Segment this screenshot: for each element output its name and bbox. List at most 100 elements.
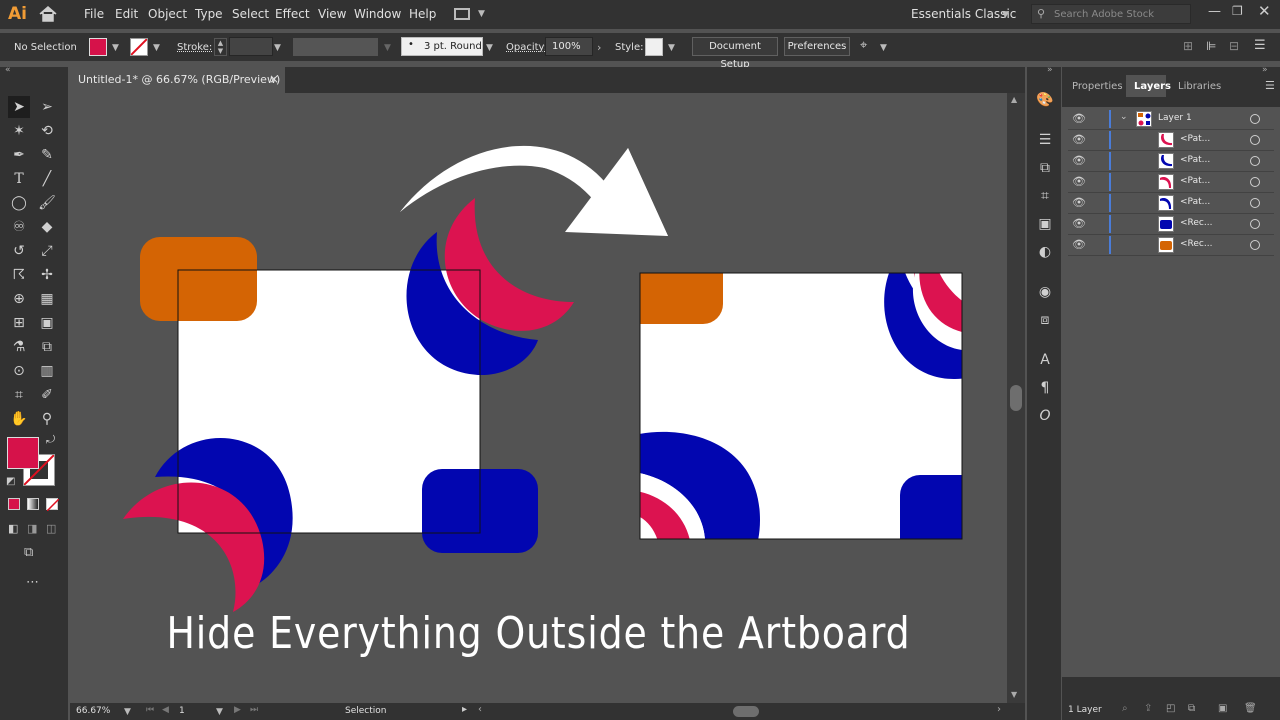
swap-fill-stroke-icon[interactable]: ⤾ — [46, 433, 55, 447]
menu-view[interactable]: View — [318, 7, 346, 21]
menu-file[interactable]: File — [84, 7, 104, 21]
next-artboard-icon[interactable]: ▶ — [234, 705, 241, 715]
layer-row[interactable]: 👁 <Pat... — [1068, 151, 1274, 172]
target-circle-icon[interactable] — [1250, 156, 1260, 166]
stock-search[interactable]: ⚲ Search Adobe Stock — [1031, 4, 1191, 24]
chevron-down-icon[interactable]: ▼ — [478, 9, 485, 19]
restore-icon[interactable]: ❐ — [1232, 4, 1243, 18]
target-circle-icon[interactable] — [1250, 198, 1260, 208]
scroll-down-icon[interactable]: ▼ — [1011, 690, 1017, 699]
target-circle-icon[interactable] — [1250, 135, 1260, 145]
mesh-tool-icon[interactable]: ⊞ — [8, 312, 30, 334]
layer-row[interactable]: 👁 ⌄ Layer 1 — [1068, 109, 1274, 130]
warp-tool-icon[interactable]: ☈ — [8, 264, 30, 286]
visibility-eye-icon[interactable]: 👁 — [1072, 238, 1086, 251]
horizontal-scroll-thumb[interactable] — [733, 706, 759, 717]
menu-help[interactable]: Help — [409, 7, 436, 21]
shape-builder-tool-icon[interactable]: ⊕ — [8, 288, 30, 310]
expand-chevron-icon[interactable]: ⌄ — [1120, 112, 1128, 122]
selection-tool-icon[interactable]: ➤ — [8, 96, 30, 118]
type-tool-icon[interactable]: T — [8, 168, 30, 190]
visibility-eye-icon[interactable]: 👁 — [1072, 217, 1086, 230]
layer-name[interactable]: <Pat... — [1180, 176, 1210, 186]
visibility-eye-icon[interactable]: 👁 — [1072, 175, 1086, 188]
visibility-eye-icon[interactable]: 👁 — [1072, 196, 1086, 209]
menu-edit[interactable]: Edit — [115, 7, 138, 21]
visibility-eye-icon[interactable]: 👁 — [1072, 154, 1086, 167]
zoom-tool-icon[interactable]: ⚲ — [36, 408, 58, 430]
last-artboard-icon[interactable]: ⏭ — [250, 705, 258, 715]
chevron-down-icon[interactable]: ▼ — [384, 43, 391, 53]
menu-type[interactable]: Type — [195, 7, 223, 21]
hand-tool-icon[interactable]: ✋ — [8, 408, 30, 430]
scroll-left-icon[interactable]: ‹ — [478, 704, 482, 715]
chevron-down-icon[interactable]: ▼ — [274, 43, 281, 53]
perspective-grid-tool-icon[interactable]: ▦ — [36, 288, 58, 310]
paintbrush-tool-icon[interactable]: 🖌 — [36, 192, 58, 214]
new-sublayer-icon[interactable]: ⧉ — [1188, 703, 1195, 714]
panel-menu-icon[interactable]: ☰ — [1254, 38, 1266, 53]
opentype-panel-icon[interactable]: O — [1036, 407, 1054, 425]
panel-menu-icon[interactable]: ☰ — [1265, 79, 1275, 92]
chevron-right-icon[interactable]: › — [597, 41, 601, 54]
align-panel-icon[interactable]: ☰ — [1036, 131, 1054, 149]
column-graph-tool-icon[interactable]: ▥ — [36, 360, 58, 382]
symbol-sprayer-tool-icon[interactable]: ⊙ — [8, 360, 30, 382]
tab-properties[interactable]: Properties — [1072, 81, 1123, 92]
home-icon[interactable] — [38, 4, 58, 24]
first-artboard-icon[interactable]: ⏮ — [146, 705, 154, 715]
target-circle-icon[interactable] — [1250, 114, 1260, 124]
shaper-tool-icon[interactable]: ♾ — [8, 216, 30, 238]
search-input[interactable]: Search Adobe Stock — [1054, 9, 1154, 20]
layer-name[interactable]: <Rec... — [1180, 239, 1212, 249]
chevron-down-icon[interactable]: ▼ — [112, 43, 119, 53]
pathfinder-panel-icon[interactable]: ⌗ — [1036, 187, 1054, 205]
curvature-tool-icon[interactable]: ✎ — [36, 144, 58, 166]
artboard-number[interactable]: 1 — [179, 706, 185, 716]
document-tab[interactable]: Untitled-1* @ 66.67% (RGB/Preview) × — [70, 67, 285, 93]
artboard-tool-icon[interactable]: ⌗ — [8, 384, 30, 406]
stroke-weight-input[interactable] — [229, 37, 273, 56]
arrange-documents-icon[interactable] — [454, 8, 470, 20]
canvas[interactable]: Hide Everything Outside the Artboard — [70, 93, 1007, 703]
target-circle-icon[interactable] — [1250, 240, 1260, 250]
stroke-swatch[interactable] — [130, 38, 148, 56]
eyedropper-tool-icon[interactable]: ⚗ — [8, 336, 30, 358]
chevron-down-icon[interactable]: ▼ — [880, 43, 887, 53]
close-tab-icon[interactable]: × — [269, 67, 279, 92]
delete-layer-icon[interactable]: 🗑 — [1244, 703, 1257, 714]
stroke-weight-stepper[interactable]: ▲ ▼ — [214, 38, 227, 56]
lasso-tool-icon[interactable]: ⟲ — [36, 120, 58, 142]
tab-libraries[interactable]: Libraries — [1178, 81, 1221, 92]
minimize-icon[interactable]: — — [1208, 4, 1221, 19]
scale-tool-icon[interactable]: ⤢ — [36, 240, 58, 262]
none-mode-icon[interactable] — [46, 498, 60, 512]
color-mode-icon[interactable] — [8, 498, 20, 510]
puppet-warp-tool-icon[interactable]: ✢ — [36, 264, 58, 286]
target-circle-icon[interactable] — [1250, 219, 1260, 229]
visibility-eye-icon[interactable]: 👁 — [1072, 133, 1086, 146]
scroll-thumb[interactable] — [1010, 385, 1022, 411]
layer-row[interactable]: 👁 <Rec... — [1068, 235, 1274, 256]
default-colors-icon[interactable]: ◩ — [6, 476, 15, 487]
transparency-panel-icon[interactable]: ◐ — [1036, 243, 1054, 261]
blend-tool-icon[interactable]: ⧉ — [36, 336, 58, 358]
clipping-mask-icon[interactable]: ◰ — [1166, 703, 1175, 714]
collapse-panel-icon[interactable]: » — [1047, 65, 1053, 75]
slice-tool-icon[interactable]: ✐ — [36, 384, 58, 406]
layer-row[interactable]: 👁 <Pat... — [1068, 193, 1274, 214]
layer-name[interactable]: Layer 1 — [1158, 113, 1192, 123]
new-layer-icon[interactable]: ▣ — [1218, 703, 1227, 714]
gradient-mode-icon[interactable] — [27, 498, 39, 510]
transform-icon[interactable]: ⊞ — [1183, 39, 1193, 53]
collapse-panel-icon[interactable]: » — [1262, 65, 1268, 75]
zoom-level[interactable]: 66.67% — [76, 706, 110, 716]
layer-row[interactable]: 👁 <Rec... — [1068, 214, 1274, 235]
vertical-scrollbar[interactable]: ▲ ▼ — [1007, 93, 1025, 703]
brush-definition[interactable]: • 3 pt. Round — [401, 37, 483, 56]
transform-panel-icon[interactable]: ⧉ — [1036, 159, 1054, 177]
chevron-down-icon[interactable]: ▼ — [668, 43, 675, 53]
more-tools-icon[interactable]: ⋯ — [26, 575, 39, 590]
target-circle-icon[interactable] — [1250, 177, 1260, 187]
menu-window[interactable]: Window — [354, 7, 401, 21]
